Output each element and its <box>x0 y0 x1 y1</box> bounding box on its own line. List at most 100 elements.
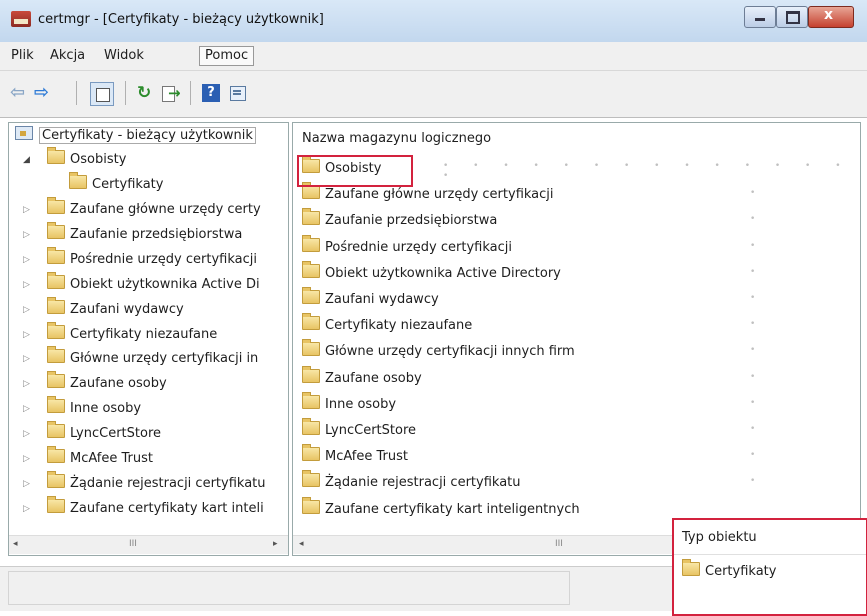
dot-marker: • <box>750 476 767 487</box>
folder-icon <box>47 421 65 439</box>
toolbar: ⇦ ⇨ ↻ ? <box>0 71 867 118</box>
collapsed-arrow-icon[interactable]: ▷ <box>23 199 33 221</box>
folder-icon <box>69 172 87 189</box>
tree-root[interactable]: Certyfikaty - bieżący użytkownik <box>15 125 256 147</box>
store-list-label: Obiekt użytkownika Active Directory <box>325 265 561 281</box>
store-list-item[interactable]: McAfee Trust <box>302 444 408 468</box>
dot-marker: • <box>750 240 767 251</box>
store-list-item[interactable]: Pośrednie urzędy certyfikacji <box>302 234 512 259</box>
tree-item-osobisty-certyfikaty[interactable]: Certyfikaty <box>69 172 163 196</box>
store-list-item[interactable]: Zaufanie przedsiębiorstwa <box>302 208 498 232</box>
tree-item-label: Osobisty <box>70 152 127 167</box>
folder-icon <box>47 470 65 488</box>
collapsed-arrow-icon[interactable]: ▷ <box>23 498 33 520</box>
collapsed-arrow-icon[interactable]: ▷ <box>23 249 33 271</box>
scroll-thumb-grip[interactable]: III <box>129 539 137 549</box>
folder-icon <box>47 446 65 463</box>
column-header-store-name[interactable]: Nazwa magazynu logicznego <box>302 128 491 150</box>
tree-root-label: Certyfikaty - bieżący użytkownik <box>39 127 256 144</box>
folder-icon <box>47 221 65 239</box>
help-icon[interactable]: ? <box>202 84 220 102</box>
collapsed-arrow-icon[interactable]: ▷ <box>23 299 33 321</box>
refresh-icon[interactable]: ↻ <box>137 84 157 102</box>
folder-icon <box>47 197 65 214</box>
collapsed-arrow-icon[interactable]: ▷ <box>23 224 33 246</box>
store-list-item[interactable]: LyncCertStore <box>302 418 416 442</box>
collapsed-arrow-icon[interactable]: ▷ <box>23 448 33 470</box>
folder-icon <box>47 321 65 339</box>
collapsed-arrow-icon[interactable]: ▷ <box>23 373 33 395</box>
folder-icon <box>302 365 320 383</box>
store-list-label: Zaufani wydawcy <box>325 292 439 307</box>
dot-marker: • <box>750 371 767 382</box>
collapsed-arrow-icon[interactable]: ▷ <box>23 473 33 495</box>
tree-item-label: Obiekt użytkownika Active Di <box>70 276 260 292</box>
title-bar: certmgr - [Certyfikaty - bieżący użytkow… <box>0 0 867 43</box>
list-horizontal-scrollbar[interactable]: ◂ III <box>293 535 673 554</box>
store-list-label: Zaufane certyfikaty kart inteligentnych <box>325 501 580 517</box>
store-list-label: Pośrednie urzędy certyfikacji <box>325 239 512 255</box>
menu-plik[interactable]: Plik <box>6 47 39 65</box>
store-list-label: Inne osoby <box>325 396 397 412</box>
close-button[interactable]: x <box>808 6 854 28</box>
dot-marker: • <box>750 450 767 461</box>
store-list-item[interactable]: Zaufane główne urzędy certyfikacji <box>302 182 554 206</box>
object-type-item[interactable]: Certyfikaty <box>682 559 777 579</box>
minimize-button[interactable] <box>744 6 776 28</box>
store-list-label: Zaufane osoby <box>325 370 422 386</box>
folder-icon <box>302 418 320 435</box>
folder-icon <box>302 496 320 514</box>
object-type-label: Certyfikaty <box>705 564 777 579</box>
menu-bar: Plik Akcja Widok Pomoc <box>0 42 867 71</box>
menu-pomoc[interactable]: Pomoc <box>199 46 255 66</box>
collapsed-arrow-icon[interactable]: ▷ <box>23 398 33 420</box>
scroll-left-icon[interactable]: ◂ <box>299 539 304 549</box>
folder-icon <box>47 296 65 314</box>
tree-horizontal-scrollbar[interactable]: ◂ III ▸ <box>9 535 288 554</box>
column-header-object-type[interactable]: Typ obiektu <box>682 530 757 545</box>
tree-item-label: Zaufane certyfikaty kart inteli <box>70 500 264 516</box>
collapsed-arrow-icon[interactable]: ▷ <box>23 423 33 445</box>
tree-item-label: Zaufanie przedsiębiorstwa <box>70 226 243 242</box>
selection-highlight <box>297 155 413 187</box>
store-list-item[interactable]: Żądanie rejestracji certyfikatu <box>302 470 521 494</box>
folder-icon <box>302 391 320 409</box>
store-list-item[interactable]: Główne urzędy certyfikacji innych firm <box>302 339 575 363</box>
result-list-pane: Nazwa magazynu logicznego Osobisty Zaufan… <box>292 122 861 556</box>
store-list-item[interactable]: Zaufane certyfikaty kart inteligentnych <box>302 496 580 521</box>
scroll-thumb-grip[interactable]: III <box>555 539 563 549</box>
store-list-label: McAfee Trust <box>325 449 408 465</box>
forward-arrow-icon[interactable]: ⇨ <box>34 84 54 102</box>
store-list-label: Zaufanie przedsiębiorstwa <box>325 213 498 229</box>
store-list-item[interactable]: Obiekt użytkownika Active Directory <box>302 260 561 285</box>
collapsed-arrow-icon[interactable]: ▷ <box>23 274 33 296</box>
dot-marker: • <box>750 266 767 277</box>
collapsed-arrow-icon[interactable]: ▷ <box>23 324 33 346</box>
dot-marker: • <box>750 424 767 434</box>
maximize-button[interactable] <box>776 6 808 28</box>
back-arrow-icon[interactable]: ⇦ <box>10 84 30 102</box>
collapsed-arrow-icon[interactable]: ▷ <box>23 348 33 370</box>
store-list-item[interactable]: Zaufani wydawcy <box>302 287 439 311</box>
show-hide-tree-icon[interactable] <box>90 82 114 106</box>
store-list-label: Zaufane główne urzędy certyfikacji <box>325 187 554 203</box>
tree-item-label: Zaufani wydawcy <box>70 301 184 317</box>
tree-item-label: Żądanie rejestracji certyfikatu <box>70 475 266 491</box>
scroll-right-icon[interactable]: ▸ <box>273 539 278 549</box>
toolbar-separator <box>125 81 126 105</box>
folder-icon <box>302 182 320 200</box>
scroll-left-icon[interactable]: ◂ <box>13 539 18 549</box>
dot-marker: • <box>750 293 767 303</box>
store-list-item[interactable]: Zaufane osoby <box>302 365 422 390</box>
dot-marker: • <box>750 319 767 330</box>
header-divider <box>674 554 866 555</box>
store-list-item[interactable]: Inne osoby <box>302 391 397 416</box>
object-type-callout: Typ obiektu Certyfikaty <box>672 518 867 616</box>
export-list-icon[interactable] <box>160 84 181 102</box>
expanded-arrow-icon[interactable]: ◢ <box>23 149 33 171</box>
menu-widok[interactable]: Widok <box>99 47 149 65</box>
properties-icon[interactable] <box>228 84 248 102</box>
certmgr-app-icon <box>11 11 31 27</box>
store-list-item[interactable]: Certyfikaty niezaufane <box>302 313 472 337</box>
menu-akcja[interactable]: Akcja <box>45 47 90 65</box>
